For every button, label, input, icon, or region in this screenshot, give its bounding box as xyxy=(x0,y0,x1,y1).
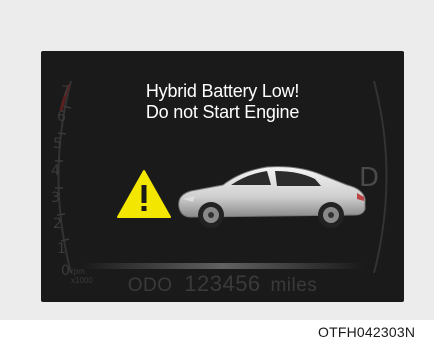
gear-indicator: D xyxy=(359,163,380,193)
warning-message-line1: Hybrid Battery Low! xyxy=(145,81,300,101)
odometer-label: ODO xyxy=(127,275,173,296)
cluster-display: 7 6 5 4 3 2 1 0 rpm x1000 Hybrid Battery… xyxy=(41,51,404,302)
car-icon xyxy=(178,166,366,228)
tach-tick-4: 4 xyxy=(51,163,60,179)
tach-tick-3: 3 xyxy=(51,190,60,206)
odometer: ODO 123456 miles xyxy=(41,271,404,297)
tach-tick-2: 2 xyxy=(53,216,62,232)
tach-tick-5: 5 xyxy=(53,136,62,152)
warning-message-line2: Do not Start Engine xyxy=(145,102,300,122)
odometer-value: 123456 xyxy=(184,271,261,296)
figure-background: 7 6 5 4 3 2 1 0 rpm x1000 Hybrid Battery… xyxy=(0,0,434,320)
odometer-unit: miles xyxy=(270,275,318,296)
warning-triangle-icon xyxy=(117,170,171,218)
figure-code: OTFH042303N xyxy=(318,324,416,340)
tach-tick-1: 1 xyxy=(57,241,66,257)
